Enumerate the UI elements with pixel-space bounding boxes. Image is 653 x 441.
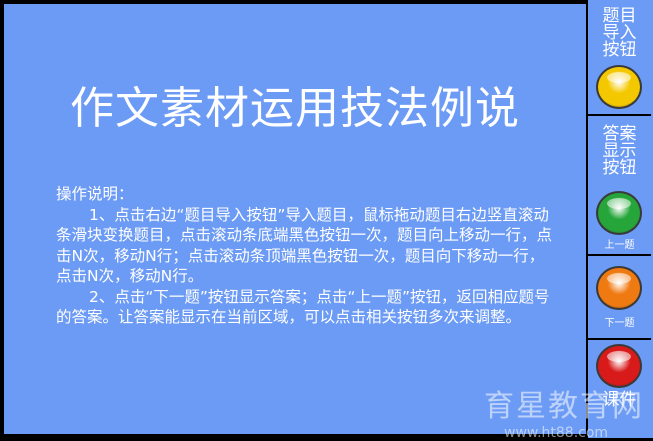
watermark: 育星教育网 www.ht88.com <box>484 381 649 441</box>
page-title: 作文素材运用技法例说 <box>70 83 520 134</box>
next-question-cell: 下一题 <box>588 256 651 340</box>
answer-label-line3: 按钮 <box>602 158 637 178</box>
instructions-step-1: 1、点击右边“题目导入按钮”导入题目，鼠标拖动题目右边竖直滚动条滑块变换题目，点… <box>56 205 553 286</box>
previous-question-button[interactable] <box>596 191 642 235</box>
previous-question-label: 上一题 <box>604 240 635 251</box>
import-label-line3: 按钮 <box>602 40 637 60</box>
next-question-label: 下一题 <box>604 318 635 329</box>
show-answer-cell: 答案 显示 按钮 上一题 <box>588 116 651 256</box>
import-question-cell[interactable]: 题目 导入 按钮 <box>588 0 651 116</box>
instructions-heading: 操作说明： <box>56 185 134 203</box>
watermark-url: www.ht88.com <box>504 425 609 441</box>
instructions: 操作说明： 1、点击右边“题目导入按钮”导入题目，鼠标拖动题目右边竖直滚动条滑块… <box>56 184 556 328</box>
right-button-panel: 题目 导入 按钮 答案 显示 按钮 上一题 下一题 课件 <box>588 0 653 438</box>
instructions-step-2: 2、点击“下一题”按钮显示答案；点击“上一题”按钮，返回相应题号的答案。让答案能… <box>56 287 550 327</box>
import-question-button[interactable] <box>596 65 642 109</box>
next-question-button[interactable] <box>596 266 642 310</box>
watermark-text: 育星教育网 <box>484 389 644 424</box>
main-content-area: 作文素材运用技法例说 操作说明： 1、点击右边“题目导入按钮”导入题目，鼠标拖动… <box>4 4 586 434</box>
